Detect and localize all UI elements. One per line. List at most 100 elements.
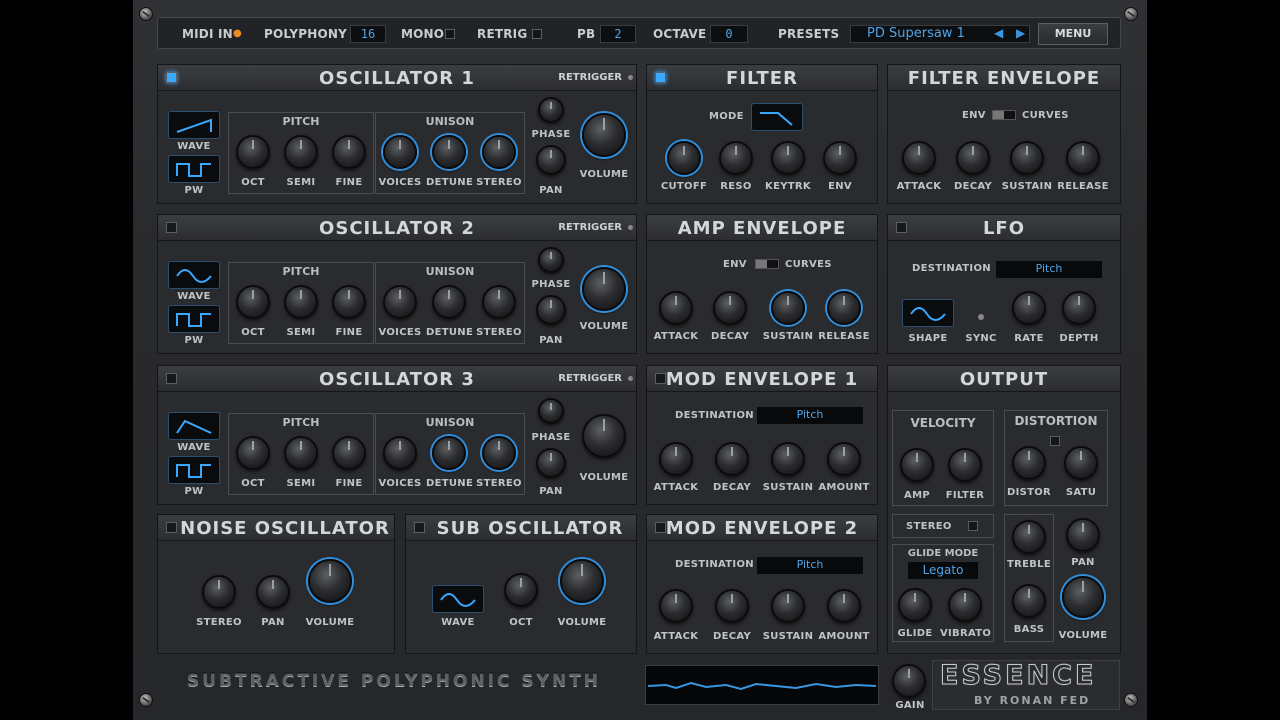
filter-mode-selector[interactable] [751, 103, 803, 131]
osc2-stereo-label: STEREO [476, 327, 522, 338]
osc3-pan-knob[interactable] [536, 448, 566, 478]
output-volume-knob[interactable] [1062, 576, 1104, 618]
filter-env-knob[interactable] [823, 141, 857, 175]
osc3-voices-knob[interactable] [383, 436, 417, 470]
sub-wave-selector[interactable] [432, 585, 484, 613]
osc2-detune-knob[interactable] [432, 285, 466, 319]
osc3-stereo-knob[interactable] [482, 436, 516, 470]
osc1-volume-knob[interactable] [582, 113, 626, 157]
sub-oscillator-panel: SUB OSCILLATOR WAVE OCT VOLUME [405, 514, 637, 654]
mod-env2-amount-knob[interactable] [827, 589, 861, 623]
sub-oct-knob[interactable] [504, 573, 538, 607]
lfo-sync-led[interactable] [978, 314, 984, 320]
pb-display[interactable]: 2 [600, 25, 636, 43]
amp-env-attack-knob[interactable] [659, 291, 693, 325]
osc1-voices-knob[interactable] [383, 135, 417, 169]
osc1-pw-selector[interactable] [168, 155, 220, 183]
glide-mode-label: GLIDE MODE [907, 548, 979, 559]
mono-checkbox[interactable] [445, 29, 455, 39]
osc3-semi-knob[interactable] [284, 436, 318, 470]
osc1-oct-knob[interactable] [236, 135, 270, 169]
polyphony-display[interactable]: 16 [350, 25, 386, 43]
filter-cutoff-knob[interactable] [667, 141, 701, 175]
noise-stereo-knob[interactable] [202, 575, 236, 609]
gain-knob[interactable] [892, 664, 926, 698]
mod-env1-decay-knob[interactable] [715, 442, 749, 476]
osc2-phase-knob[interactable] [538, 247, 564, 273]
lfo-depth-knob[interactable] [1062, 291, 1096, 325]
lfo-rate-knob[interactable] [1012, 291, 1046, 325]
mod-env1-sustain-knob[interactable] [771, 442, 805, 476]
filter-env-attack-knob[interactable] [902, 141, 936, 175]
osc2-wave-selector[interactable] [168, 261, 220, 289]
output-pan-knob[interactable] [1066, 518, 1100, 552]
filter-env-decay-knob[interactable] [956, 141, 990, 175]
amp-env-sustain-knob[interactable] [771, 291, 805, 325]
filter-env-curves-toggle[interactable] [992, 110, 1016, 120]
osc2-oct-knob[interactable] [236, 285, 270, 319]
distortion-distor-knob[interactable] [1012, 446, 1046, 480]
mod-envelope-2-panel: MOD ENVELOPE 2 DESTINATION Pitch ATTACK … [646, 514, 878, 654]
mod-env2-attack-knob[interactable] [659, 589, 693, 623]
retrig-checkbox[interactable] [532, 29, 542, 39]
noise-pan-knob[interactable] [256, 575, 290, 609]
lfo-shape-selector[interactable] [902, 299, 954, 327]
mod-env2-destination-display[interactable]: Pitch [757, 557, 863, 574]
osc1-semi-knob[interactable] [284, 135, 318, 169]
preset-next-button[interactable]: ▶ [1016, 26, 1025, 40]
mod-env1-amount-knob[interactable] [827, 442, 861, 476]
glide-knob[interactable] [898, 588, 932, 622]
output-stereo-checkbox[interactable] [968, 521, 978, 531]
noise-volume-knob[interactable] [308, 559, 352, 603]
distortion-satu-knob[interactable] [1064, 446, 1098, 480]
filter-keytrk-knob[interactable] [771, 141, 805, 175]
lfo-destination-display[interactable]: Pitch [996, 261, 1102, 278]
osc1-phase-knob[interactable] [538, 97, 564, 123]
mod-env1-destination-display[interactable]: Pitch [757, 407, 863, 424]
osc3-retrigger-led[interactable] [628, 376, 633, 381]
osc1-wave-selector[interactable] [168, 111, 220, 139]
osc2-semi-knob[interactable] [284, 285, 318, 319]
osc3-semi-label: SEMI [286, 478, 316, 489]
osc3-detune-knob[interactable] [432, 436, 466, 470]
octave-display[interactable]: 0 [710, 25, 748, 43]
osc3-phase-knob[interactable] [538, 398, 564, 424]
velocity-amp-knob[interactable] [900, 448, 934, 482]
osc2-voices-knob[interactable] [383, 285, 417, 319]
filter-env-release-knob[interactable] [1066, 141, 1100, 175]
amp-env-curves-toggle[interactable] [755, 259, 779, 269]
filter-env-sustain-knob[interactable] [1010, 141, 1044, 175]
osc2-pw-selector[interactable] [168, 305, 220, 333]
glide-mode-display[interactable]: Legato [908, 562, 978, 579]
mod-env1-attack-knob[interactable] [659, 442, 693, 476]
osc2-retrigger-led[interactable] [628, 225, 633, 230]
vibrato-knob[interactable] [948, 588, 982, 622]
treble-knob[interactable] [1012, 520, 1046, 554]
osc2-stereo-knob[interactable] [482, 285, 516, 319]
osc2-fine-knob[interactable] [332, 285, 366, 319]
osc3-pw-selector[interactable] [168, 456, 220, 484]
glide-label: GLIDE [897, 628, 933, 639]
filter-reso-knob[interactable] [719, 141, 753, 175]
osc1-pan-knob[interactable] [536, 145, 566, 175]
osc1-detune-knob[interactable] [432, 135, 466, 169]
distortion-enable-checkbox[interactable] [1050, 436, 1060, 446]
osc1-retrigger-led[interactable] [628, 75, 633, 80]
sub-volume-knob[interactable] [560, 559, 604, 603]
osc3-wave-selector[interactable] [168, 412, 220, 440]
mod-env2-decay-knob[interactable] [715, 589, 749, 623]
amp-env-release-knob[interactable] [827, 291, 861, 325]
amp-env-decay-knob[interactable] [713, 291, 747, 325]
osc3-oct-knob[interactable] [236, 436, 270, 470]
osc3-fine-knob[interactable] [332, 436, 366, 470]
osc2-pan-knob[interactable] [536, 295, 566, 325]
mod-env2-sustain-knob[interactable] [771, 589, 805, 623]
osc3-volume-knob[interactable] [582, 414, 626, 458]
velocity-filter-knob[interactable] [948, 448, 982, 482]
osc1-fine-knob[interactable] [332, 135, 366, 169]
menu-button[interactable]: MENU [1038, 23, 1108, 45]
osc2-volume-knob[interactable] [582, 267, 626, 311]
osc1-stereo-knob[interactable] [482, 135, 516, 169]
preset-prev-button[interactable]: ◀ [994, 26, 1003, 40]
bass-knob[interactable] [1012, 584, 1046, 618]
